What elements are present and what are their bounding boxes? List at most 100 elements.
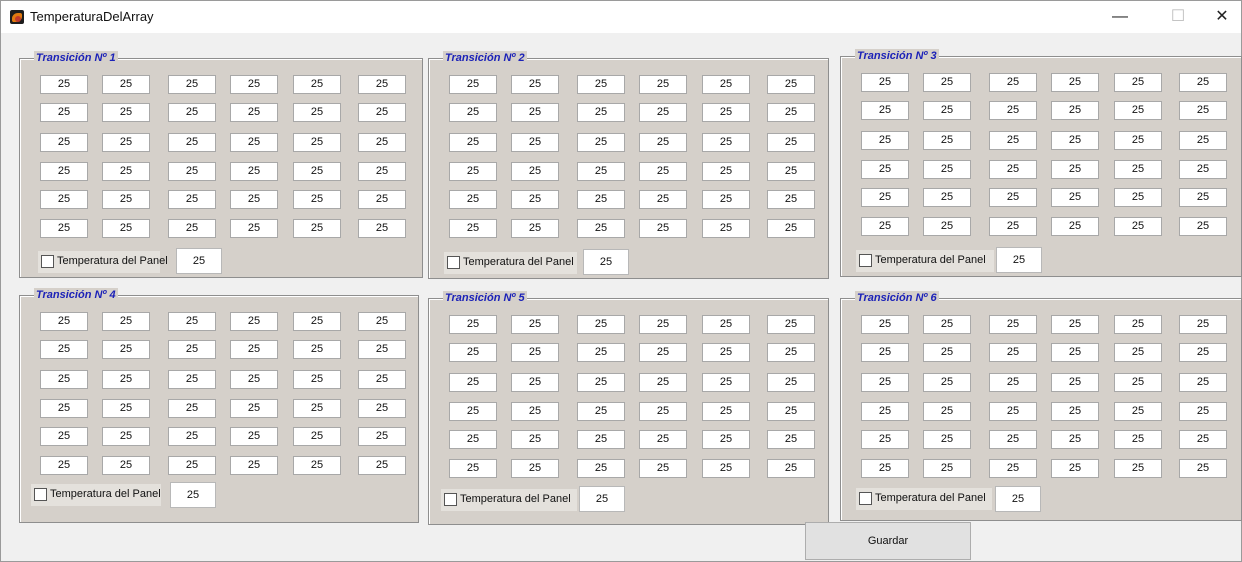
temperature-cell-r2-c4[interactable]: 25	[639, 343, 687, 362]
temperature-cell-r3-c6[interactable]: 25	[767, 373, 815, 392]
temperature-cell-r3-c6[interactable]: 25	[1179, 131, 1227, 150]
temperature-cell-r5-c6[interactable]: 25	[1179, 188, 1227, 207]
temperature-cell-r5-c1[interactable]: 25	[40, 190, 88, 209]
temperature-cell-r2-c3[interactable]: 25	[989, 343, 1037, 362]
temperature-cell-r3-c6[interactable]: 25	[767, 133, 815, 152]
temperature-cell-r4-c3[interactable]: 25	[989, 402, 1037, 421]
temperature-cell-r2-c6[interactable]: 25	[358, 340, 406, 359]
temperature-cell-r3-c4[interactable]: 25	[230, 133, 278, 152]
panel-temperature-checkbox[interactable]: Temperatura del Panel	[444, 252, 577, 274]
temperature-cell-r3-c6[interactable]: 25	[1179, 373, 1227, 392]
panel-temperature-checkbox[interactable]: Temperatura del Panel	[38, 251, 168, 273]
temperature-cell-r5-c1[interactable]: 25	[861, 430, 909, 449]
temperature-cell-r3-c2[interactable]: 25	[923, 373, 971, 392]
temperature-cell-r2-c2[interactable]: 25	[923, 101, 971, 120]
temperature-cell-r6-c5[interactable]: 25	[702, 219, 750, 238]
temperature-cell-r6-c6[interactable]: 25	[358, 219, 406, 238]
temperature-cell-r6-c6[interactable]: 25	[767, 459, 815, 478]
temperature-cell-r5-c3[interactable]: 25	[989, 188, 1037, 207]
temperature-cell-r3-c1[interactable]: 25	[40, 370, 88, 389]
temperature-cell-r5-c5[interactable]: 25	[293, 427, 341, 446]
temperature-cell-r2-c1[interactable]: 25	[861, 101, 909, 120]
temperature-cell-r5-c1[interactable]: 25	[861, 188, 909, 207]
temperature-cell-r2-c4[interactable]: 25	[1051, 101, 1099, 120]
temperature-cell-r3-c2[interactable]: 25	[511, 373, 559, 392]
temperature-cell-r6-c4[interactable]: 25	[230, 219, 278, 238]
temperature-cell-r4-c2[interactable]: 25	[511, 162, 559, 181]
temperature-cell-r5-c3[interactable]: 25	[989, 430, 1037, 449]
checkbox-box[interactable]	[859, 254, 872, 267]
temperature-cell-r1-c6[interactable]: 25	[1179, 315, 1227, 334]
temperature-cell-r5-c5[interactable]: 25	[293, 190, 341, 209]
temperature-cell-r6-c2[interactable]: 25	[511, 219, 559, 238]
temperature-cell-r4-c5[interactable]: 25	[702, 402, 750, 421]
temperature-cell-r1-c2[interactable]: 25	[102, 75, 150, 94]
temperature-cell-r3-c5[interactable]: 25	[293, 370, 341, 389]
temperature-cell-r6-c5[interactable]: 25	[293, 219, 341, 238]
temperature-cell-r6-c2[interactable]: 25	[102, 456, 150, 475]
temperature-cell-r1-c2[interactable]: 25	[511, 315, 559, 334]
checkbox-box[interactable]	[41, 255, 54, 268]
temperature-cell-r3-c3[interactable]: 25	[577, 133, 625, 152]
panel-temperature-input[interactable]: 25	[995, 486, 1041, 512]
close-button[interactable]: ✕	[1199, 1, 1242, 33]
temperature-cell-r3-c3[interactable]: 25	[989, 131, 1037, 150]
temperature-cell-r5-c1[interactable]: 25	[40, 427, 88, 446]
temperature-cell-r6-c5[interactable]: 25	[702, 459, 750, 478]
temperature-cell-r3-c2[interactable]: 25	[923, 131, 971, 150]
temperature-cell-r6-c1[interactable]: 25	[861, 217, 909, 236]
temperature-cell-r2-c2[interactable]: 25	[102, 340, 150, 359]
temperature-cell-r4-c1[interactable]: 25	[861, 160, 909, 179]
temperature-cell-r6-c1[interactable]: 25	[449, 459, 497, 478]
temperature-cell-r1-c4[interactable]: 25	[230, 75, 278, 94]
temperature-cell-r5-c2[interactable]: 25	[511, 430, 559, 449]
temperature-cell-r1-c6[interactable]: 25	[358, 75, 406, 94]
temperature-cell-r4-c3[interactable]: 25	[168, 162, 216, 181]
temperature-cell-r4-c4[interactable]: 25	[639, 402, 687, 421]
guardar-button[interactable]: Guardar	[805, 522, 971, 560]
temperature-cell-r6-c2[interactable]: 25	[102, 219, 150, 238]
temperature-cell-r5-c5[interactable]: 25	[702, 430, 750, 449]
temperature-cell-r2-c1[interactable]: 25	[40, 103, 88, 122]
temperature-cell-r4-c5[interactable]: 25	[702, 162, 750, 181]
temperature-cell-r1-c6[interactable]: 25	[1179, 73, 1227, 92]
temperature-cell-r6-c1[interactable]: 25	[40, 219, 88, 238]
checkbox-box[interactable]	[34, 488, 47, 501]
temperature-cell-r5-c6[interactable]: 25	[358, 190, 406, 209]
temperature-cell-r6-c3[interactable]: 25	[577, 459, 625, 478]
temperature-cell-r4-c2[interactable]: 25	[923, 160, 971, 179]
panel-temperature-checkbox[interactable]: Temperatura del Panel	[856, 250, 994, 272]
temperature-cell-r5-c2[interactable]: 25	[102, 190, 150, 209]
temperature-cell-r1-c3[interactable]: 25	[989, 73, 1037, 92]
temperature-cell-r4-c4[interactable]: 25	[1051, 402, 1099, 421]
checkbox-box[interactable]	[444, 493, 457, 506]
panel-temperature-input[interactable]: 25	[996, 247, 1042, 273]
temperature-cell-r1-c1[interactable]: 25	[861, 73, 909, 92]
temperature-cell-r4-c3[interactable]: 25	[577, 162, 625, 181]
temperature-cell-r5-c4[interactable]: 25	[639, 430, 687, 449]
temperature-cell-r1-c1[interactable]: 25	[449, 315, 497, 334]
temperature-cell-r4-c1[interactable]: 25	[40, 399, 88, 418]
temperature-cell-r4-c5[interactable]: 25	[1114, 402, 1162, 421]
temperature-cell-r2-c1[interactable]: 25	[449, 343, 497, 362]
temperature-cell-r6-c6[interactable]: 25	[1179, 217, 1227, 236]
temperature-cell-r2-c3[interactable]: 25	[989, 101, 1037, 120]
temperature-cell-r2-c3[interactable]: 25	[577, 103, 625, 122]
temperature-cell-r3-c2[interactable]: 25	[102, 133, 150, 152]
temperature-cell-r4-c2[interactable]: 25	[923, 402, 971, 421]
temperature-cell-r3-c5[interactable]: 25	[1114, 131, 1162, 150]
temperature-cell-r3-c3[interactable]: 25	[989, 373, 1037, 392]
temperature-cell-r5-c3[interactable]: 25	[168, 427, 216, 446]
temperature-cell-r2-c2[interactable]: 25	[102, 103, 150, 122]
temperature-cell-r5-c3[interactable]: 25	[577, 430, 625, 449]
temperature-cell-r4-c1[interactable]: 25	[449, 402, 497, 421]
temperature-cell-r1-c5[interactable]: 25	[1114, 315, 1162, 334]
temperature-cell-r2-c2[interactable]: 25	[511, 103, 559, 122]
temperature-cell-r2-c2[interactable]: 25	[923, 343, 971, 362]
temperature-cell-r6-c3[interactable]: 25	[168, 456, 216, 475]
temperature-cell-r4-c2[interactable]: 25	[102, 399, 150, 418]
temperature-cell-r5-c4[interactable]: 25	[1051, 188, 1099, 207]
temperature-cell-r6-c4[interactable]: 25	[639, 219, 687, 238]
temperature-cell-r3-c6[interactable]: 25	[358, 133, 406, 152]
temperature-cell-r4-c4[interactable]: 25	[230, 162, 278, 181]
